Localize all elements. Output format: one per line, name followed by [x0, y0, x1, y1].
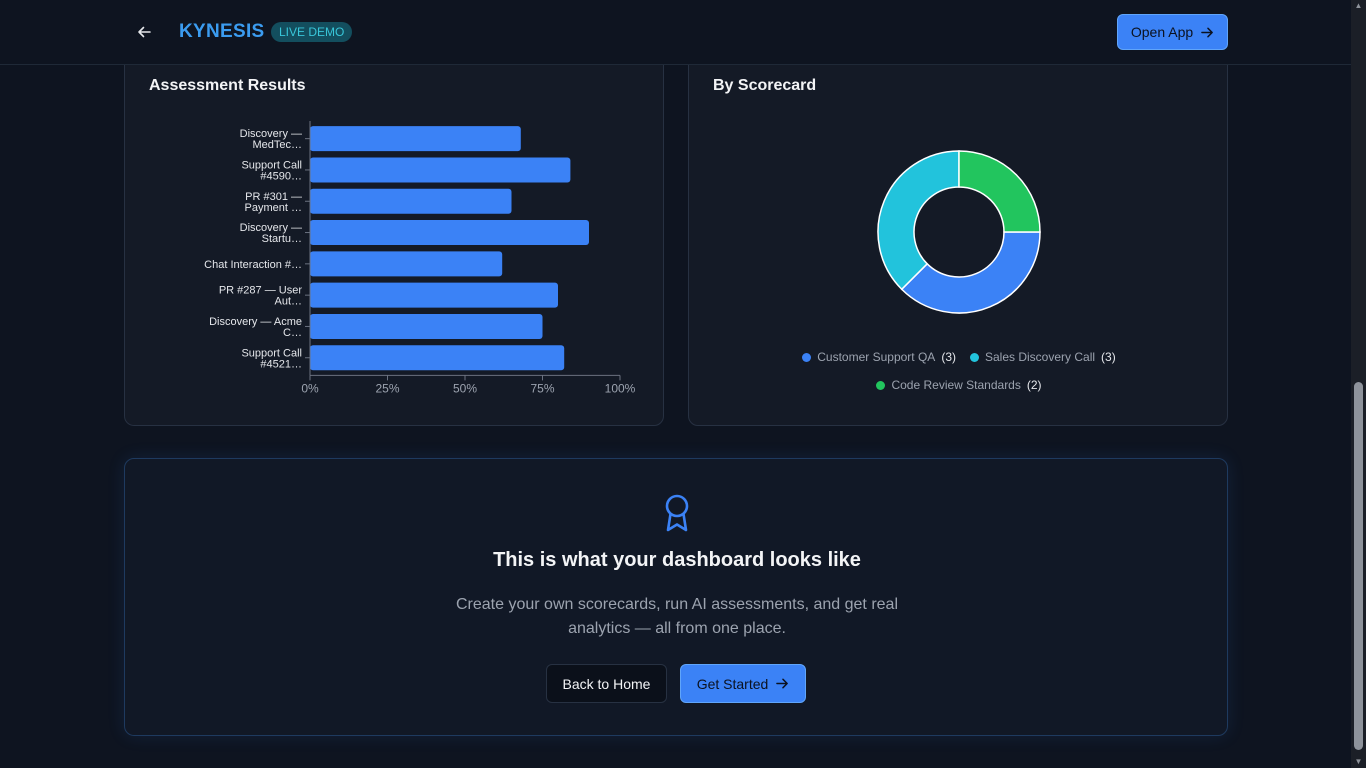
x-tick-label: 50% — [453, 381, 477, 395]
page-scrollbar[interactable]: ▲ ▼ — [1351, 0, 1366, 768]
x-tick-label: 75% — [530, 381, 554, 395]
open-app-label: Open App — [1130, 24, 1194, 40]
legend-item-customer-support[interactable]: Customer Support QA (3) — [802, 350, 956, 364]
brand-logo[interactable]: KYNESIS — [179, 21, 265, 43]
result-bar[interactable] — [310, 157, 571, 183]
by-scorecard-chart — [877, 150, 1041, 314]
legend-item-sales-discovery[interactable]: Sales Discovery Call (3) — [970, 350, 1116, 364]
y-tick-label: PR #301 — Payment … — [245, 191, 302, 214]
arrow-right-icon — [776, 678, 789, 689]
legend-count: (3) — [941, 350, 956, 364]
by-scorecard-card: By Scorecard Customer Support QA (3) Sal… — [688, 50, 1228, 426]
legend-dot — [802, 352, 812, 362]
legend-dot — [970, 352, 979, 362]
result-bar[interactable] — [310, 345, 565, 371]
y-tick-label: Chat Interaction #… — [204, 259, 302, 271]
legend-dot — [876, 380, 886, 390]
legend-count: (2) — [1026, 378, 1042, 392]
x-tick-label: 100% — [605, 381, 636, 395]
get-started-label: Get Started — [696, 675, 769, 692]
y-tick-label: Discovery — MedTec… — [240, 128, 302, 151]
result-bar[interactable] — [310, 188, 512, 214]
top-bar: KYNESIS LIVE DEMO Open App — [0, 0, 1351, 65]
arrow-left-icon — [138, 26, 151, 38]
scorecard-legend-row-1: Customer Support QA (3) Sales Discovery … — [689, 350, 1229, 364]
legend-label: Code Review Standards — [891, 378, 1021, 392]
donut-slice[interactable] — [900, 231, 1041, 314]
legend-label: Customer Support QA — [817, 350, 936, 364]
y-tick-label: Discovery — Acme C… — [209, 316, 302, 339]
result-bar[interactable] — [310, 282, 558, 308]
result-bar[interactable] — [310, 126, 521, 152]
result-bar[interactable] — [310, 313, 543, 339]
y-tick-label: PR #287 — User Aut… — [219, 285, 302, 308]
scroll-up-arrow[interactable]: ▲ — [1354, 2, 1363, 10]
assessment-results-chart: Discovery — MedTec… Support Call #4590… PR #… — [204, 121, 636, 395]
assessment-results-card: Assessment Results Discovery — MedTec… Sup… — [124, 50, 664, 426]
donut-slice[interactable] — [877, 150, 960, 291]
scroll-thumb[interactable] — [1354, 382, 1363, 750]
dashboard-cta-panel: This is what your dashboard looks like C… — [124, 458, 1228, 736]
open-app-button[interactable]: Open App — [1117, 14, 1228, 50]
result-bar[interactable] — [310, 251, 503, 277]
donut-slice[interactable] — [958, 150, 1041, 233]
legend-label: Sales Discovery Call — [985, 350, 1096, 364]
scorecard-legend-row-2: Code Review Standards (2) — [689, 378, 1229, 392]
arrow-right-icon — [1201, 27, 1214, 37]
cta-title: This is what your dashboard looks like — [493, 549, 861, 571]
legend-item-code-review[interactable]: Code Review Standards (2) — [876, 378, 1042, 392]
y-tick-label: Support Call #4521… — [241, 347, 302, 370]
cta-description: Create your own scorecards, run AI asses… — [456, 596, 898, 637]
back-button[interactable] — [131, 19, 157, 45]
back-to-home-button[interactable]: Back to Home — [546, 664, 667, 703]
scroll-down-arrow[interactable]: ▼ — [1354, 758, 1363, 766]
result-bar[interactable] — [310, 220, 589, 246]
legend-count: (3) — [1101, 350, 1116, 364]
live-demo-badge: LIVE DEMO — [271, 22, 353, 42]
award-ribbon-icon — [665, 494, 689, 532]
x-tick-label: 0% — [301, 381, 319, 395]
y-tick-label: Support Call #4590… — [241, 159, 302, 182]
x-tick-label: 25% — [375, 381, 399, 395]
y-tick-label: Discovery — Startu… — [240, 222, 302, 245]
get-started-button[interactable]: Get Started — [680, 664, 806, 703]
